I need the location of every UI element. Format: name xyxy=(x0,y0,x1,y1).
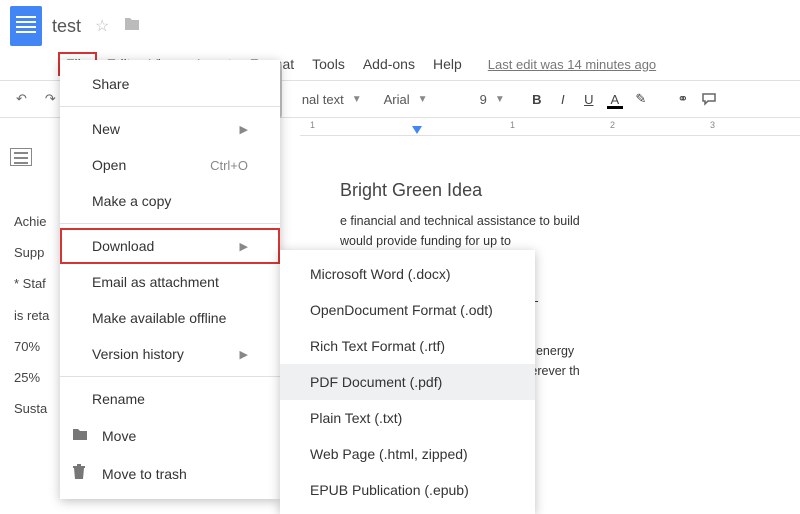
menu-item-new[interactable]: New▶ xyxy=(60,111,280,147)
paragraph-style-select[interactable]: nal text ▼ xyxy=(294,88,370,111)
menu-item-move[interactable]: Move xyxy=(60,417,280,454)
ruler-mark: 1 xyxy=(510,120,515,130)
outline-item-label[interactable]: * Staf xyxy=(14,268,49,299)
menu-item-version-history[interactable]: Version history▶ xyxy=(60,336,280,372)
document-heading: Bright Green Idea xyxy=(340,176,790,205)
menu-item-email[interactable]: Email as attachment xyxy=(60,264,280,300)
folder-icon[interactable] xyxy=(123,16,141,37)
font-select[interactable]: Arial ▼ xyxy=(376,88,466,111)
chevron-down-icon: ▼ xyxy=(418,94,428,105)
chevron-down-icon: ▼ xyxy=(495,94,505,105)
highlight-button[interactable]: ✎ xyxy=(629,87,653,111)
menu-item-make-copy[interactable]: Make a copy xyxy=(60,183,280,219)
menu-item-rename[interactable]: Rename xyxy=(60,381,280,417)
text-color-button[interactable]: A xyxy=(603,87,627,111)
document-title[interactable]: test xyxy=(52,16,81,37)
italic-button[interactable]: I xyxy=(551,87,575,111)
font-value: Arial xyxy=(384,92,410,107)
docs-logo-icon[interactable] xyxy=(10,6,42,46)
menu-help[interactable]: Help xyxy=(425,52,470,76)
redo-button[interactable]: ↷ xyxy=(39,87,62,111)
submenu-item-odt[interactable]: OpenDocument Format (.odt) xyxy=(280,292,535,328)
paragraph-style-value: nal text xyxy=(302,92,344,107)
menu-addons[interactable]: Add-ons xyxy=(355,52,423,76)
ruler-mark: 2 xyxy=(610,120,615,130)
menu-tools[interactable]: Tools xyxy=(304,52,353,76)
shortcut-label: Ctrl+O xyxy=(210,158,248,173)
file-menu-dropdown: Share New▶ OpenCtrl+O Make a copy Downlo… xyxy=(60,60,280,499)
menu-item-offline[interactable]: Make available offline xyxy=(60,300,280,336)
chevron-down-icon: ▼ xyxy=(352,94,362,105)
menu-item-share[interactable]: Share xyxy=(60,66,280,102)
ruler-mark: 1 xyxy=(310,120,315,130)
outline-item-label[interactable]: 70% xyxy=(14,331,49,362)
indent-marker-icon[interactable] xyxy=(412,126,422,134)
ruler-mark: 3 xyxy=(710,120,715,130)
outline-item-label[interactable]: Supp xyxy=(14,237,49,268)
submenu-item-docx[interactable]: Microsoft Word (.docx) xyxy=(280,256,535,292)
outline-item-label[interactable]: is reta xyxy=(14,300,49,331)
font-size-select[interactable]: 9 ▼ xyxy=(472,88,513,111)
star-icon[interactable]: ☆ xyxy=(95,16,109,36)
submenu-item-html[interactable]: Web Page (.html, zipped) xyxy=(280,436,535,472)
body-line: e financial and technical assistance to … xyxy=(340,211,790,231)
menu-item-trash[interactable]: Move to trash xyxy=(60,454,280,493)
menu-item-download[interactable]: Download▶ xyxy=(60,228,280,264)
insert-comment-button[interactable] xyxy=(697,87,721,111)
font-size-value: 9 xyxy=(480,92,487,107)
chevron-right-icon: ▶ xyxy=(240,240,248,253)
trash-icon xyxy=(72,464,90,483)
undo-button[interactable]: ↶ xyxy=(10,87,33,111)
document-outline: Achie Supp * Staf is reta 70% 25% Susta xyxy=(14,186,49,424)
submenu-item-pdf[interactable]: PDF Document (.pdf) xyxy=(280,364,535,400)
submenu-item-rtf[interactable]: Rich Text Format (.rtf) xyxy=(280,328,535,364)
outline-item-label[interactable]: Susta xyxy=(14,393,49,424)
bold-button[interactable]: B xyxy=(525,87,549,111)
body-line: would provide funding for up to xyxy=(340,231,790,251)
underline-button[interactable]: U xyxy=(577,87,601,111)
chevron-right-icon: ▶ xyxy=(240,348,248,361)
last-edit-link[interactable]: Last edit was 14 minutes ago xyxy=(488,57,656,72)
menu-item-open[interactable]: OpenCtrl+O xyxy=(60,147,280,183)
insert-link-button[interactable]: ⚭ xyxy=(671,87,695,111)
download-submenu: Microsoft Word (.docx) OpenDocument Form… xyxy=(280,250,535,514)
ruler[interactable]: 1 1 2 3 xyxy=(300,118,800,136)
outline-item-label[interactable]: Achie xyxy=(14,206,49,237)
outline-toggle-icon[interactable] xyxy=(10,148,32,166)
folder-icon xyxy=(72,427,90,444)
submenu-item-txt[interactable]: Plain Text (.txt) xyxy=(280,400,535,436)
chevron-right-icon: ▶ xyxy=(240,123,248,136)
outline-item-label[interactable]: 25% xyxy=(14,362,49,393)
